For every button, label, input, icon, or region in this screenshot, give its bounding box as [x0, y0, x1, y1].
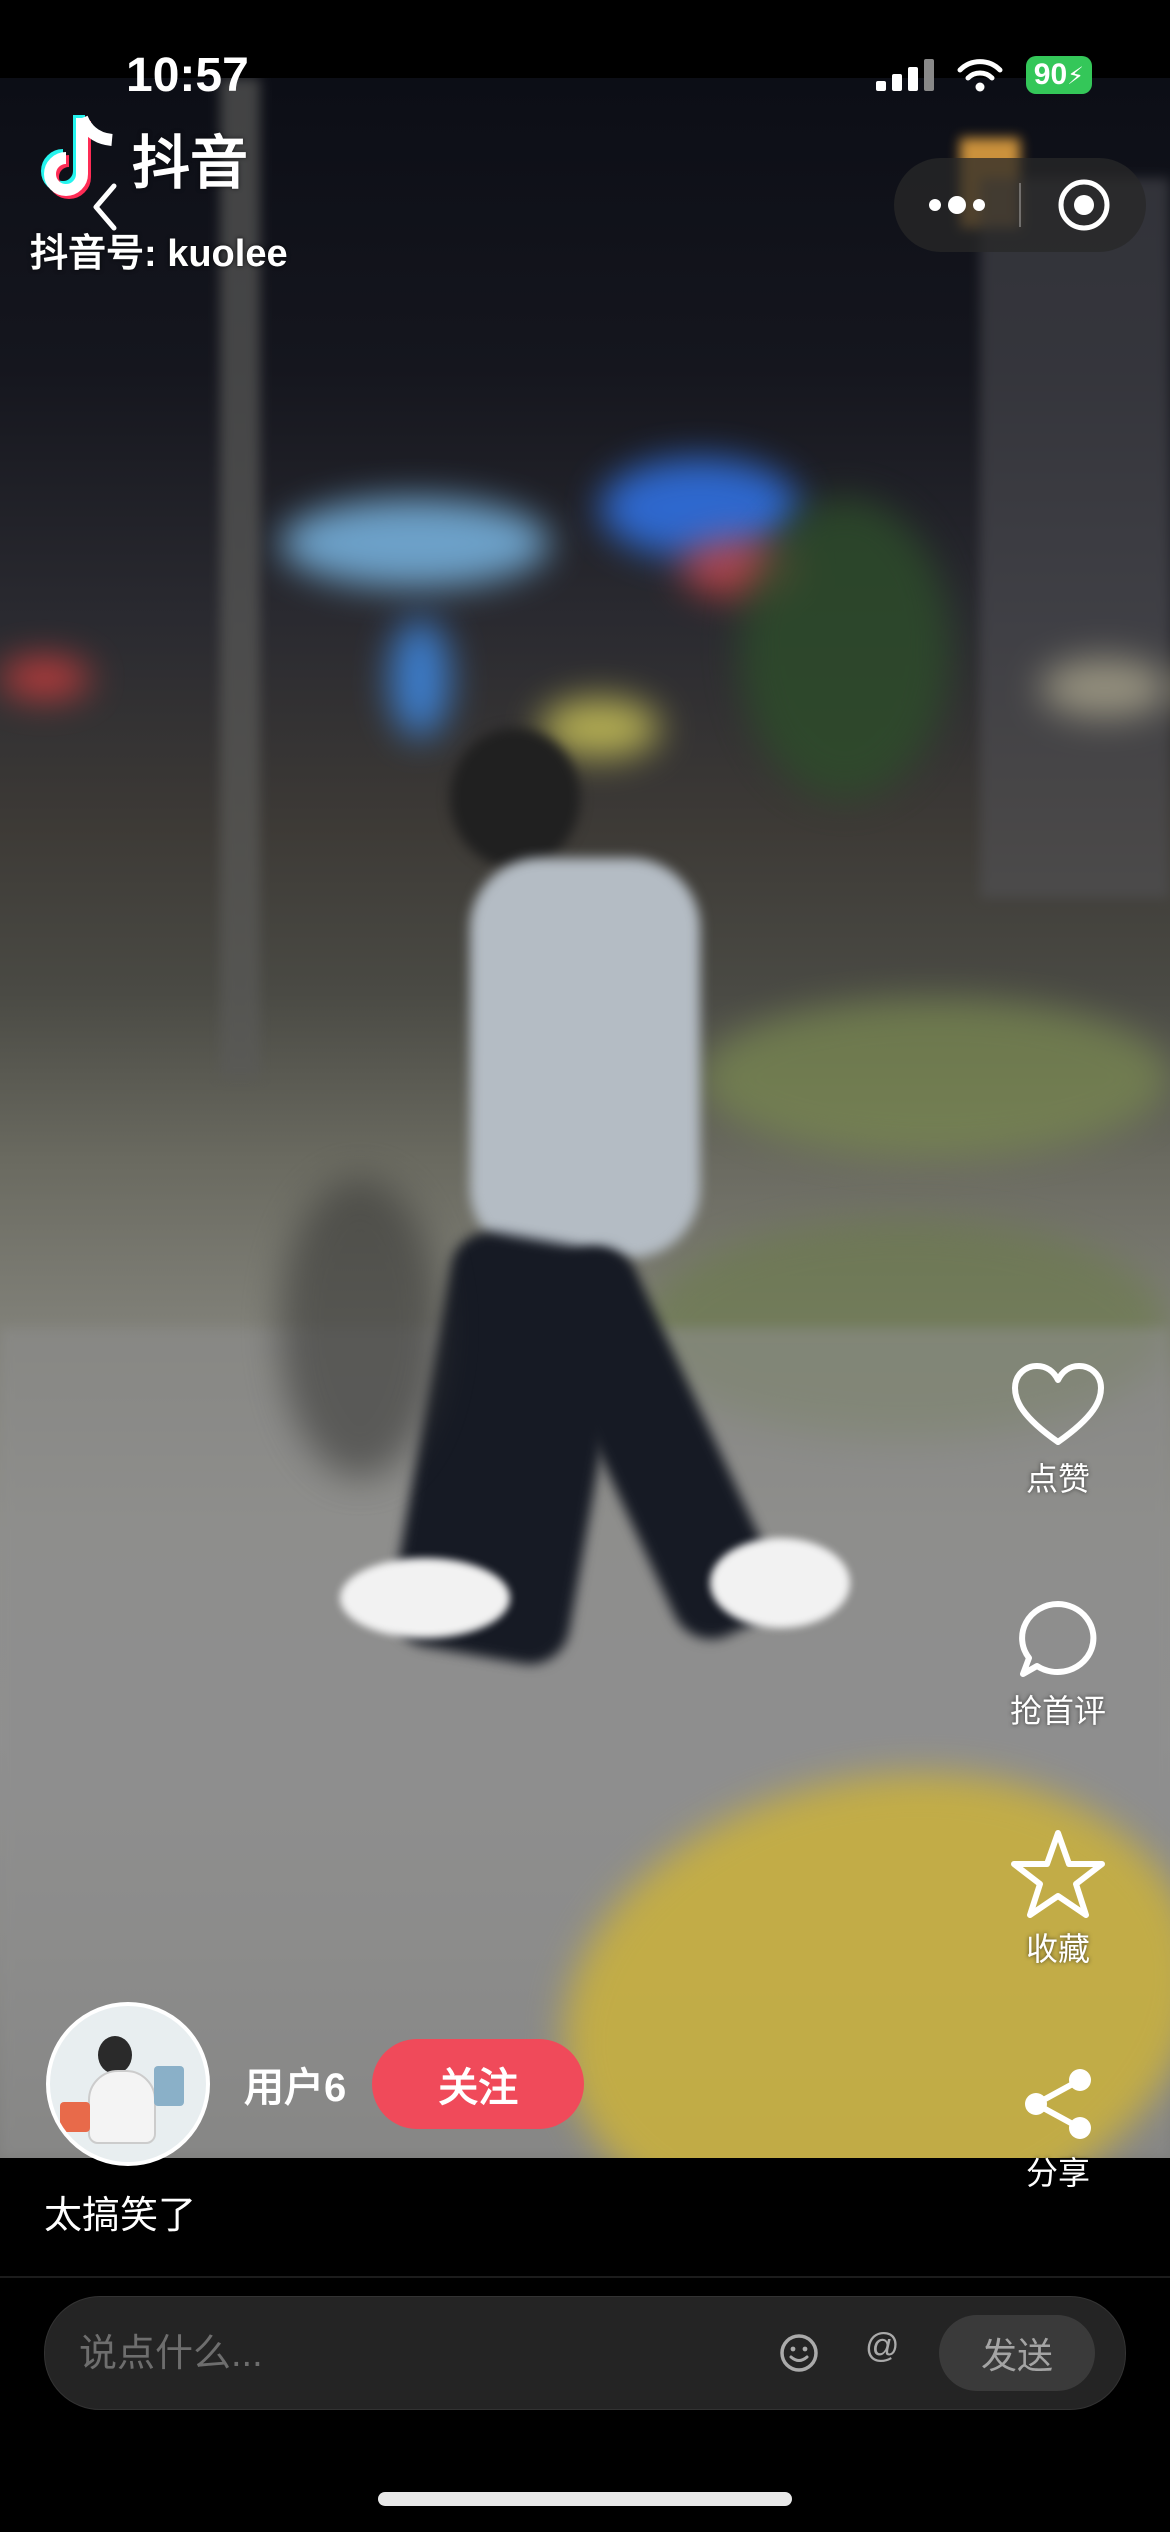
charging-icon: ⚡	[1067, 63, 1084, 90]
favorite-label: 收藏	[1025, 1931, 1090, 1967]
comment-input[interactable]	[77, 2297, 761, 2411]
share-label: 分享	[1025, 2155, 1090, 2191]
more-dots-icon	[928, 196, 985, 214]
heart-icon	[1012, 1363, 1104, 1445]
target-icon	[1058, 179, 1109, 231]
favorite-button[interactable]: 收藏	[988, 1828, 1128, 1970]
emoji-icon[interactable]	[777, 2331, 821, 2375]
person-head	[450, 728, 580, 868]
light-blur	[390, 618, 450, 738]
avatar[interactable]	[46, 2002, 210, 2166]
status-time: 10:57	[126, 49, 249, 102]
avatar-decor	[154, 2066, 184, 2106]
grass	[700, 998, 1170, 1158]
avatar-person	[98, 2036, 132, 2074]
like-label: 点赞	[1025, 1461, 1090, 1497]
light-blur	[740, 498, 950, 798]
comment-bubble-icon	[1019, 1601, 1097, 1677]
account-id: 抖音号: kuolee	[30, 233, 288, 275]
comment-bar: @ 发送	[44, 2296, 1126, 2411]
author-username[interactable]: 用户6	[244, 2055, 346, 2113]
light-blur	[280, 498, 550, 588]
building	[980, 178, 1170, 898]
home-indicator[interactable]	[378, 2492, 792, 2506]
close-miniprogram-button[interactable]	[1021, 158, 1146, 252]
share-icon	[1025, 2069, 1091, 2139]
comment-button[interactable]: 抢首评	[988, 1598, 1128, 1732]
battery-level: 90	[1033, 58, 1068, 91]
avatar-person	[88, 2070, 156, 2144]
send-button[interactable]: 发送	[939, 2315, 1095, 2391]
mention-button[interactable]: @	[865, 2327, 900, 2366]
light-blur	[0, 658, 90, 698]
avatar-decor	[60, 2102, 90, 2132]
person-shoe	[340, 1558, 510, 1638]
miniprogram-capsule	[894, 158, 1146, 252]
person-shirt	[470, 858, 700, 1258]
star-icon	[1011, 1830, 1105, 1918]
author-row: 用户6 关注	[46, 2002, 585, 2166]
more-button[interactable]	[894, 158, 1019, 252]
follow-button[interactable]: 关注	[372, 2039, 585, 2129]
status-icons: 90⚡	[875, 56, 1092, 94]
share-button[interactable]: 分享	[988, 2066, 1128, 2194]
battery-icon: 90⚡	[1025, 56, 1092, 94]
person-shoe	[710, 1538, 850, 1628]
bicycle	[280, 1178, 440, 1478]
wifi-icon	[957, 59, 1003, 92]
like-button[interactable]: 点赞	[988, 1362, 1128, 1500]
signal-icon	[875, 59, 934, 91]
video-caption: 太搞笑了	[44, 2195, 197, 2237]
comment-label: 抢首评	[1009, 1693, 1106, 1729]
divider	[0, 2276, 1170, 2278]
